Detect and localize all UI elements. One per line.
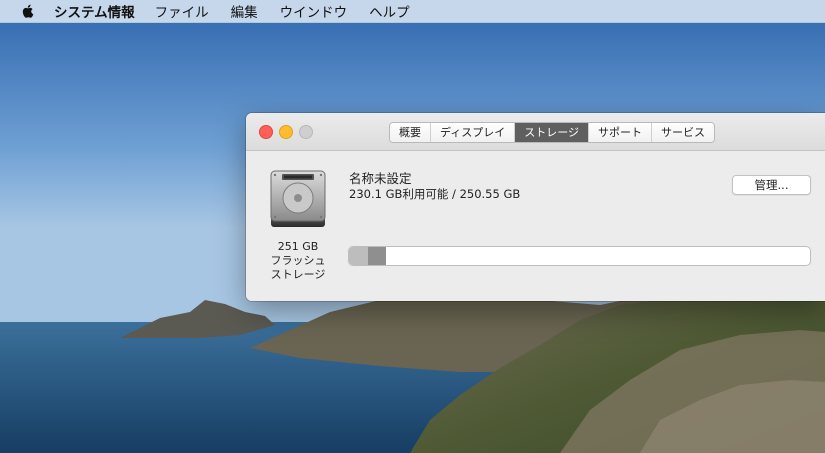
menu-edit[interactable]: 編集 (231, 1, 258, 21)
menu-file[interactable]: ファイル (155, 1, 209, 21)
tab-bar: 概要 ディスプレイ ストレージ サポート サービス (389, 122, 716, 143)
volume-availability: 230.1 GB利用可能 / 250.55 GB (349, 187, 521, 201)
tab-storage[interactable]: ストレージ (515, 123, 590, 142)
usage-segment-apps (349, 247, 368, 265)
tab-support[interactable]: サポート (589, 123, 653, 142)
manage-button[interactable]: 管理... (732, 175, 811, 195)
menu-bar: システム情報 ファイル 編集 ウインドウ ヘルプ (0, 0, 825, 23)
window-titlebar[interactable]: 概要 ディスプレイ ストレージ サポート サービス (246, 113, 825, 151)
zoom-window-button[interactable] (299, 125, 313, 139)
disk-caption: 251 GB フラッシュ ストレージ (256, 240, 340, 282)
close-window-button[interactable] (259, 125, 273, 139)
usage-segment-system (368, 247, 386, 265)
menu-help[interactable]: ヘルプ (369, 1, 410, 21)
flash-storage-drive-icon (270, 170, 326, 227)
volume-name: 名称未設定 (349, 171, 412, 186)
minimize-window-button[interactable] (279, 125, 293, 139)
tab-overview[interactable]: 概要 (390, 123, 431, 142)
storage-pane: 251 GB フラッシュ ストレージ 名称未設定 230.1 GB利用可能 / … (246, 151, 825, 301)
disk-size: 251 GB (277, 240, 319, 253)
storage-usage-bar (348, 246, 811, 266)
disk-type-line1: フラッシュ (270, 254, 326, 267)
tab-displays[interactable]: ディスプレイ (431, 123, 516, 142)
system-info-window: 概要 ディスプレイ ストレージ サポート サービス 251 GB フラッシュ ス… (246, 113, 825, 301)
disk-type-line2: ストレージ (270, 268, 326, 281)
menu-window[interactable]: ウインドウ (280, 1, 348, 21)
menu-app-name[interactable]: システム情報 (54, 1, 135, 21)
tab-service[interactable]: サービス (652, 123, 715, 142)
apple-logo-icon[interactable] (20, 3, 36, 19)
